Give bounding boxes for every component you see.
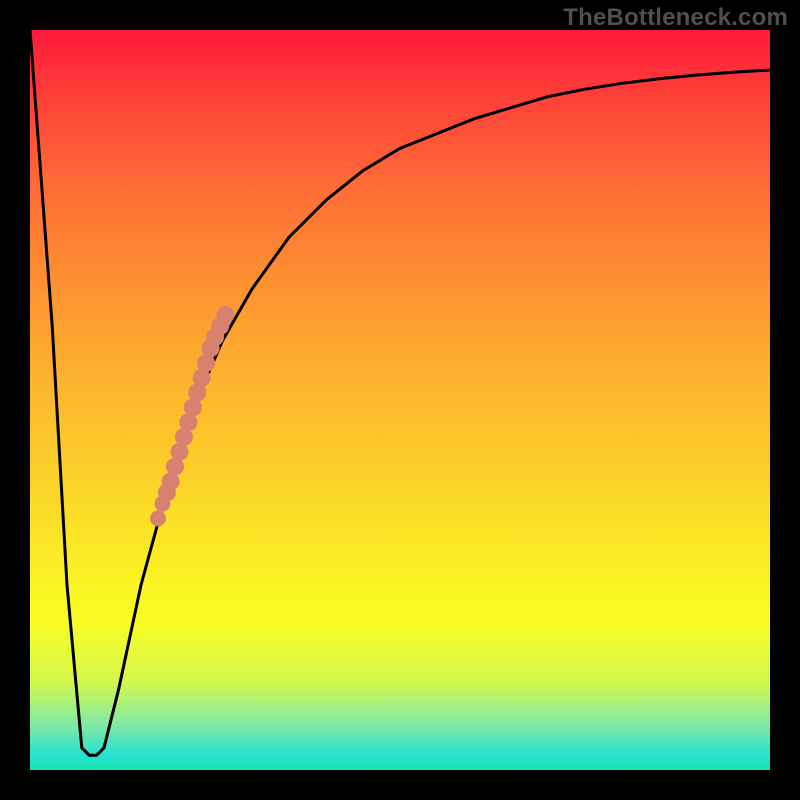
highlighted-markers — [158, 306, 235, 502]
lower-markers — [150, 496, 171, 527]
watermark-text: TheBottleneck.com — [563, 4, 788, 32]
curve-marker-small — [150, 510, 166, 526]
bottleneck-curve-svg — [30, 30, 770, 770]
curve-marker-small — [155, 496, 171, 512]
plot-area — [30, 30, 770, 770]
chart-frame: TheBottleneck.com — [0, 0, 800, 800]
bottleneck-curve-path — [30, 30, 770, 755]
curve-marker — [216, 306, 234, 324]
